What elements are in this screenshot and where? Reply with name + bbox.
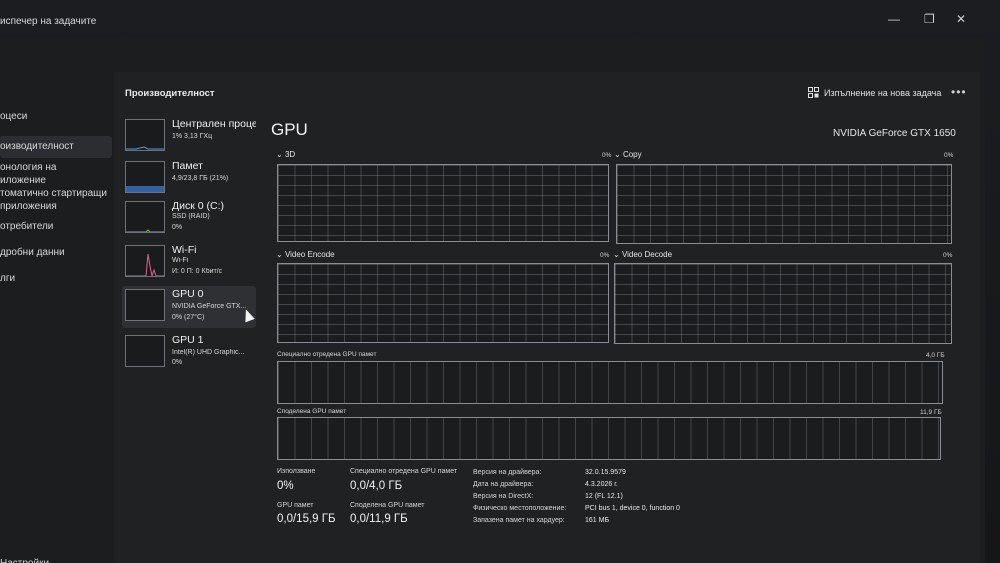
nav-performance-label: оизводителност	[0, 141, 74, 152]
memory-thumb-graph	[126, 186, 164, 192]
dedicated-stat-value: 0,0/4,0 ГБ	[350, 480, 403, 492]
gpu-memory-value: 0,0/15,9 ГБ	[277, 513, 336, 525]
driver-date-value: 4.3.2026 г.	[585, 481, 618, 488]
driver-date-key: Дата на драйвера:	[473, 481, 534, 488]
device-subtitle: Wi-Fi	[172, 257, 189, 264]
device-subtitle: SSD (RAID)	[172, 213, 210, 220]
disk-thumbnail	[125, 201, 165, 233]
gpu0-thumbnail	[125, 289, 165, 321]
maximize-button[interactable]: ❐	[924, 12, 935, 26]
device-status: И: 0 П: 0 Кбит/с	[172, 268, 223, 275]
close-button[interactable]: ✕	[956, 12, 966, 26]
graph-video-encode	[277, 263, 609, 343]
engine-pct: 0%	[944, 152, 954, 159]
page-title: Производителност	[125, 88, 215, 99]
run-new-task-label: Изпълнение на нова задача	[824, 87, 942, 98]
gpu-model-name: NVIDIA GeForce GTX 1650	[833, 128, 956, 139]
engine-pct: 0%	[600, 252, 610, 259]
device-gpu-1[interactable]: GPU 1 Intel(R) UHD Graphic... 0%	[122, 332, 256, 374]
gpu1-thumbnail	[125, 335, 165, 367]
device-memory[interactable]: Памет 4,9/23,8 ГБ (21%)	[122, 158, 256, 200]
wifi-thumbnail	[125, 245, 165, 277]
device-subtitle: Intel(R) UHD Graphic...	[172, 349, 245, 356]
device-wifi[interactable]: Wi-Fi Wi-Fi И: 0 П: 0 Кбит/с	[122, 242, 256, 284]
device-title: Диск 0 (C:)	[172, 200, 224, 212]
dedicated-memory-max: 4,0 ГБ	[926, 352, 945, 359]
nav-app-history-2: иложение	[0, 175, 46, 186]
device-disk[interactable]: Диск 0 (C:) SSD (RAID) 0%	[122, 198, 256, 240]
shared-stat-label: Споделена GPU памет	[350, 502, 425, 509]
engine-label: Copy	[622, 150, 642, 159]
shared-stat-value: 0,0/11,9 ГБ	[350, 513, 408, 525]
run-new-task-button[interactable]: Изпълнение на нова задача	[808, 87, 941, 98]
nav-startup-apps[interactable]: томатично стартиращи	[0, 188, 107, 199]
graph-video-decode	[614, 263, 952, 344]
engine-label: 3D	[284, 150, 296, 159]
cpu-thumbnail	[125, 119, 165, 151]
device-subtitle: 4,9/23,8 ГБ (21%)	[172, 175, 229, 182]
app-title: испечер на задачите	[0, 16, 97, 27]
device-gpu-0[interactable]: GPU 0 NVIDIA GeForce GTX... 0% (27°C)	[122, 286, 256, 328]
shared-memory-label: Споделена GPU памет	[277, 408, 347, 415]
title-bar: испечер на задачите — ❐ ✕	[0, 0, 1000, 38]
shared-memory-graph	[277, 417, 941, 460]
device-cpu[interactable]: Централен проце 1% 3,13 ГХц	[122, 116, 256, 158]
wifi-thumb-graph	[126, 253, 164, 276]
memory-thumbnail	[125, 161, 165, 193]
dedicated-memory-label: Специално отредена GPU памет	[277, 351, 377, 358]
more-options-button[interactable]: •••	[951, 85, 967, 99]
usage-value: 0%	[277, 480, 294, 492]
nav-settings[interactable]: Настройки	[0, 558, 49, 563]
device-title: Централен проце	[172, 118, 256, 130]
device-status: 0%	[172, 359, 183, 366]
engine-selector-3d[interactable]: ⌄ 3D	[276, 150, 295, 159]
directx-version-key: Версия на DirectX:	[473, 493, 534, 500]
graph-3d	[277, 164, 609, 242]
engine-selector-video-decode[interactable]: ⌄ Video Decode	[613, 250, 672, 259]
minimize-button[interactable]: —	[888, 12, 900, 26]
device-subtitle: 1% 3,13 ГХц	[172, 133, 213, 140]
nav-startup-apps-2: приложения	[0, 201, 57, 212]
graph-copy	[616, 164, 952, 244]
device-title: Памет	[172, 160, 203, 172]
engine-selector-video-encode[interactable]: ⌄ Video Encode	[276, 250, 335, 259]
device-title: GPU 0	[172, 288, 204, 300]
shared-memory-max: 11,9 ГБ	[920, 409, 942, 416]
nav-processes[interactable]: оцеси	[0, 111, 27, 122]
nav-users[interactable]: отребители	[0, 221, 53, 232]
engine-label: Video Decode	[621, 250, 673, 259]
directx-version-value: 12 (FL 12.1)	[585, 493, 623, 500]
new-task-icon	[808, 87, 819, 98]
usage-label: Използване	[277, 468, 316, 475]
engine-pct: 0%	[602, 152, 612, 159]
reserved-memory-key: Запазена памет на хардуер:	[473, 517, 565, 524]
disk-thumb-graph	[126, 229, 164, 232]
dedicated-memory-graph	[277, 361, 943, 404]
reserved-memory-value: 161 МБ	[585, 517, 610, 524]
driver-version-value: 32.0.15.9579	[585, 469, 626, 476]
cpu-thumb-graph	[126, 146, 164, 150]
panel-header: Производителност Изпълнение на нова зада…	[114, 72, 980, 112]
nav-app-history[interactable]: онология на	[0, 162, 56, 173]
engine-label: Video Encode	[284, 250, 335, 259]
engine-pct: 0%	[943, 252, 953, 259]
driver-version-key: Версия на драйвера:	[473, 469, 542, 476]
device-title: GPU 1	[172, 334, 204, 346]
engine-selector-copy[interactable]: ⌄ Copy	[614, 150, 642, 159]
physical-location-key: Физическо местоположение:	[473, 505, 567, 512]
device-status: 0%	[172, 224, 183, 231]
device-title: Wi-Fi	[172, 244, 197, 256]
gpu-memory-label: GPU памет	[277, 502, 314, 509]
gpu-heading: GPU	[271, 120, 308, 139]
nav-performance[interactable]: оизводителност	[0, 136, 112, 158]
nav-services[interactable]: лги	[0, 273, 15, 284]
left-navigation: оцеси оизводителност онология на иложени…	[0, 38, 114, 563]
dedicated-stat-label: Специално отредена GPU памет	[350, 468, 458, 475]
physical-location-value: PCI bus 1, device 0, function 0	[585, 505, 680, 512]
nav-details[interactable]: дробни данни	[0, 247, 65, 258]
